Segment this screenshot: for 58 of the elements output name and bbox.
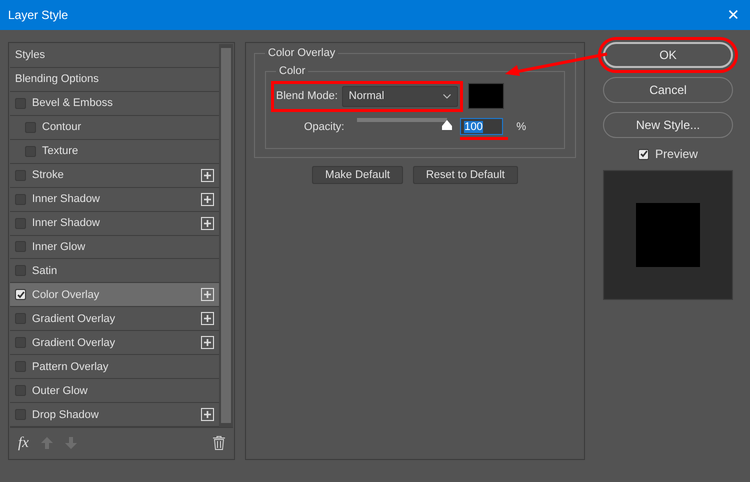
opacity-input[interactable]: 100 xyxy=(460,118,504,135)
effect-label[interactable]: Texture xyxy=(42,145,214,158)
group-title: Color xyxy=(278,65,306,77)
window-title: Layer Style xyxy=(8,8,68,22)
dialog-button[interactable]: Cancel xyxy=(603,77,733,103)
trash-icon[interactable] xyxy=(213,436,225,450)
effect-label[interactable]: Outer Glow xyxy=(32,384,214,397)
unit-label: % xyxy=(516,120,526,132)
checkbox[interactable] xyxy=(15,98,26,109)
plus-icon[interactable] xyxy=(201,168,214,182)
checkbox[interactable] xyxy=(15,241,26,252)
checkbox[interactable] xyxy=(15,409,26,420)
group-title: Color Overlay xyxy=(267,47,336,59)
plus-icon[interactable] xyxy=(201,336,214,350)
field-label: Opacity: xyxy=(304,120,344,132)
checkbox[interactable] xyxy=(15,361,26,372)
plus-icon[interactable] xyxy=(201,312,214,326)
checkbox[interactable] xyxy=(25,122,36,133)
effect-label[interactable]: Bevel & Emboss xyxy=(32,97,214,110)
preview-swatch xyxy=(636,203,700,267)
effect-label[interactable]: Pattern Overlay xyxy=(32,360,214,373)
checkbox[interactable] xyxy=(15,289,26,300)
close-button[interactable]: ✕ xyxy=(727,6,740,24)
checkbox[interactable] xyxy=(638,148,650,160)
plus-icon[interactable] xyxy=(201,408,214,422)
field-label: Blend Mode: xyxy=(276,90,338,102)
down-arrow-icon[interactable] xyxy=(64,437,77,449)
color-swatch[interactable] xyxy=(468,83,504,109)
default-button[interactable]: Make Default xyxy=(312,166,403,184)
slider-thumb[interactable] xyxy=(442,120,452,130)
effect-label[interactable]: Gradient Overlay xyxy=(32,336,195,349)
checkbox[interactable] xyxy=(15,170,26,181)
up-arrow-icon[interactable] xyxy=(40,437,53,449)
checkbox[interactable] xyxy=(15,218,26,229)
fx-button[interactable]: fx xyxy=(18,434,29,452)
plus-icon[interactable] xyxy=(201,216,214,230)
preview-label: Preview xyxy=(655,147,698,161)
effect-label[interactable]: Drop Shadow xyxy=(32,408,195,421)
plus-icon[interactable] xyxy=(201,192,214,206)
checkbox[interactable] xyxy=(25,146,36,157)
checkbox[interactable] xyxy=(15,337,26,348)
effect-label[interactable]: Stroke xyxy=(32,169,195,182)
effect-label[interactable]: Inner Shadow xyxy=(32,217,195,230)
scrollbar[interactable] xyxy=(219,44,233,427)
checkbox[interactable] xyxy=(15,194,26,205)
blend-mode-dropdown[interactable]: Normal xyxy=(342,86,458,106)
dialog-button[interactable]: New Style... xyxy=(603,112,733,138)
effect-label[interactable]: Contour xyxy=(42,121,214,134)
caret-icon xyxy=(442,94,451,98)
effect-label[interactable]: Satin xyxy=(32,264,214,277)
effect-label[interactable]: Gradient Overlay xyxy=(32,312,195,325)
checkbox[interactable] xyxy=(15,313,26,324)
effect-label[interactable]: Inner Shadow xyxy=(32,193,195,206)
default-button[interactable]: Reset to Default xyxy=(412,166,518,184)
checkbox[interactable] xyxy=(15,385,26,396)
checkbox[interactable] xyxy=(15,265,26,276)
effect-label[interactable]: Inner Glow xyxy=(32,240,214,253)
plus-icon[interactable] xyxy=(201,288,214,302)
